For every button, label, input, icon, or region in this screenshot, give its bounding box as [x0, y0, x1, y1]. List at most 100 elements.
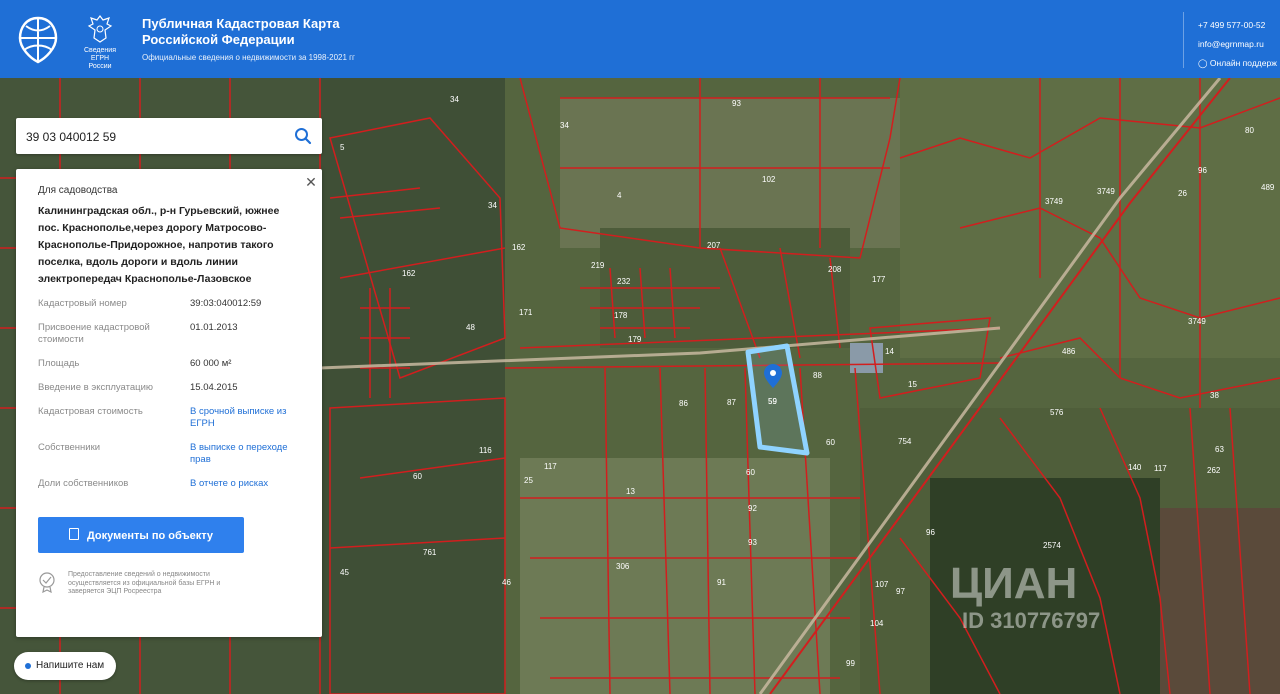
parcel-number-label: 96 — [926, 528, 935, 537]
chat-label: Напишите нам — [36, 660, 105, 671]
search-input[interactable] — [24, 125, 288, 149]
watermark-id: ID 310776797 — [962, 608, 1100, 633]
parcel-number-label: 761 — [423, 548, 437, 557]
parcel-number-label: 208 — [828, 265, 842, 274]
parcel-number-label: 93 — [748, 538, 757, 547]
parcel-number-label: 3749 — [1188, 317, 1206, 326]
field-label: Кадастровая стоимость — [38, 406, 143, 417]
title-line2: Российской Федерации — [142, 32, 295, 47]
parcel-number-label: 576 — [1050, 408, 1064, 417]
support-label: Онлайн поддерж — [1209, 58, 1277, 68]
extract-link[interactable]: В срочной выписке из ЕГРН — [190, 406, 310, 430]
emblem-line2: ЕГРН России — [88, 55, 112, 70]
parcel-number-label: 754 — [898, 437, 912, 446]
egrn-note: Предоставление сведений о недвижимости о… — [68, 571, 221, 595]
parcel-number-label: 2574 — [1043, 541, 1061, 550]
parcel-number-label: 34 — [450, 95, 459, 104]
parcel-number-label: 3749 — [1045, 197, 1063, 206]
parcel-number-label: 178 — [614, 311, 628, 320]
field-value: 15.04.2015 — [190, 382, 238, 393]
watermark-text: ЦИАН — [950, 559, 1077, 608]
parcel-number-label: 116 — [479, 446, 492, 455]
document-icon — [68, 528, 79, 540]
parcel-number-label: 25 — [524, 476, 533, 485]
parcel-number-label: 59 — [768, 397, 777, 406]
parcel-number-label: 93 — [732, 99, 741, 108]
phone-link[interactable]: +7 499 577-00-52 — [1198, 16, 1277, 35]
field-label: Площадь — [38, 358, 80, 369]
parcel-category: Для садоводства — [38, 185, 118, 196]
parcel-number-label: 5 — [340, 143, 345, 152]
parcel-number-label: 486 — [1062, 347, 1076, 356]
search-box[interactable] — [16, 118, 322, 154]
parcel-number-label: 117 — [1154, 464, 1167, 473]
documents-button[interactable]: Документы по объекту — [38, 517, 244, 553]
parcel-number-label: 4 — [617, 191, 622, 200]
site-header: Сведения ЕГРН России Публичная Кадастров… — [0, 0, 1280, 78]
parcel-number-label: 13 — [626, 487, 635, 496]
parcel-number-label: 306 — [616, 562, 630, 571]
field-label: Кадастровый номер — [38, 298, 127, 309]
parcel-number-label: 48 — [466, 323, 475, 332]
documents-button-label: Документы по объекту — [86, 530, 214, 542]
parcel-number-label: 99 — [846, 659, 855, 668]
parcel-number-label: 87 — [727, 398, 736, 407]
support-link[interactable]: ◯ Онлайн поддерж — [1198, 54, 1277, 73]
risk-report-link[interactable]: В отчете о рисках — [190, 478, 310, 490]
parcel-number-label: 171 — [519, 308, 533, 317]
field-label: Введение в эксплуатацию — [38, 382, 154, 393]
parcel-number-label: 102 — [762, 175, 776, 184]
parcel-number-label: 3749 — [1097, 187, 1115, 196]
parcel-number-label: 117 — [544, 462, 557, 471]
parcel-number-label: 34 — [488, 201, 497, 210]
parcel-number-label: 14 — [885, 347, 894, 356]
parcel-number-label: 262 — [1207, 466, 1221, 475]
search-icon[interactable] — [294, 127, 312, 145]
parcel-number-label: 162 — [402, 269, 416, 278]
field-label: Доли собственников — [38, 478, 129, 489]
email-link[interactable]: info@egrnmap.ru — [1198, 35, 1277, 54]
field-label: Присвоение кадастровой стоимости — [38, 322, 150, 345]
field-value: 01.01.2013 — [190, 322, 238, 333]
globe-logo-icon[interactable] — [18, 16, 58, 64]
close-icon[interactable]: ✕ — [304, 175, 318, 189]
emblem-line1: Сведения — [84, 47, 116, 54]
parcel-address: Калининградская обл., р-н Гурьевский, юж… — [38, 205, 280, 285]
parcel-info-card: ✕ Для садоводства Калининградская обл., … — [16, 169, 322, 637]
header-divider — [1183, 12, 1184, 68]
parcel-number-label: 88 — [813, 371, 822, 380]
title-line1: Публичная Кадастровая Карта — [142, 16, 340, 31]
page-subtitle: Официальные сведения о недвижимости за 1… — [142, 53, 355, 62]
parcel-number-label: 86 — [679, 399, 688, 408]
chat-button[interactable]: Напишите нам — [14, 652, 116, 680]
parcel-number-label: 80 — [1245, 126, 1254, 135]
parcel-number-label: 107 — [875, 580, 889, 589]
parcel-number-label: 63 — [1215, 445, 1224, 454]
parcel-number-label: 60 — [826, 438, 835, 447]
eagle-emblem-icon — [87, 15, 113, 43]
parcel-number-label: 45 — [340, 568, 349, 577]
parcel-number-label: 60 — [746, 468, 755, 477]
parcel-number-label: 91 — [717, 578, 726, 587]
parcel-number-label: 207 — [707, 241, 721, 250]
field-value: 60 000 м² — [190, 358, 232, 369]
parcel-number-label: 60 — [413, 472, 422, 481]
parcel-number-label: 219 — [591, 261, 605, 270]
parcel-number-label: 46 — [502, 578, 511, 587]
parcel-number-label: 26 — [1178, 189, 1187, 198]
transfer-rights-link[interactable]: В выписке о переходе прав — [190, 442, 310, 466]
parcel-number-label: 96 — [1198, 166, 1207, 175]
parcel-number-label: 97 — [896, 587, 905, 596]
parcel-number-label: 38 — [1210, 391, 1219, 400]
parcel-number-label: 104 — [870, 619, 884, 628]
seal-icon — [39, 572, 55, 593]
parcel-number-label: 177 — [872, 275, 886, 284]
page-title: Публичная Кадастровая Карта Российской Ф… — [142, 16, 340, 48]
parcel-number-label: 489 — [1261, 183, 1275, 192]
parcel-number-label: 34 — [560, 121, 569, 130]
emblem: Сведения ЕГРН России — [80, 14, 120, 70]
parcel-number-label: 179 — [628, 335, 642, 344]
parcel-number-label: 232 — [617, 277, 631, 286]
status-dot-icon — [25, 663, 31, 669]
parcel-number-label: 140 — [1128, 463, 1142, 472]
